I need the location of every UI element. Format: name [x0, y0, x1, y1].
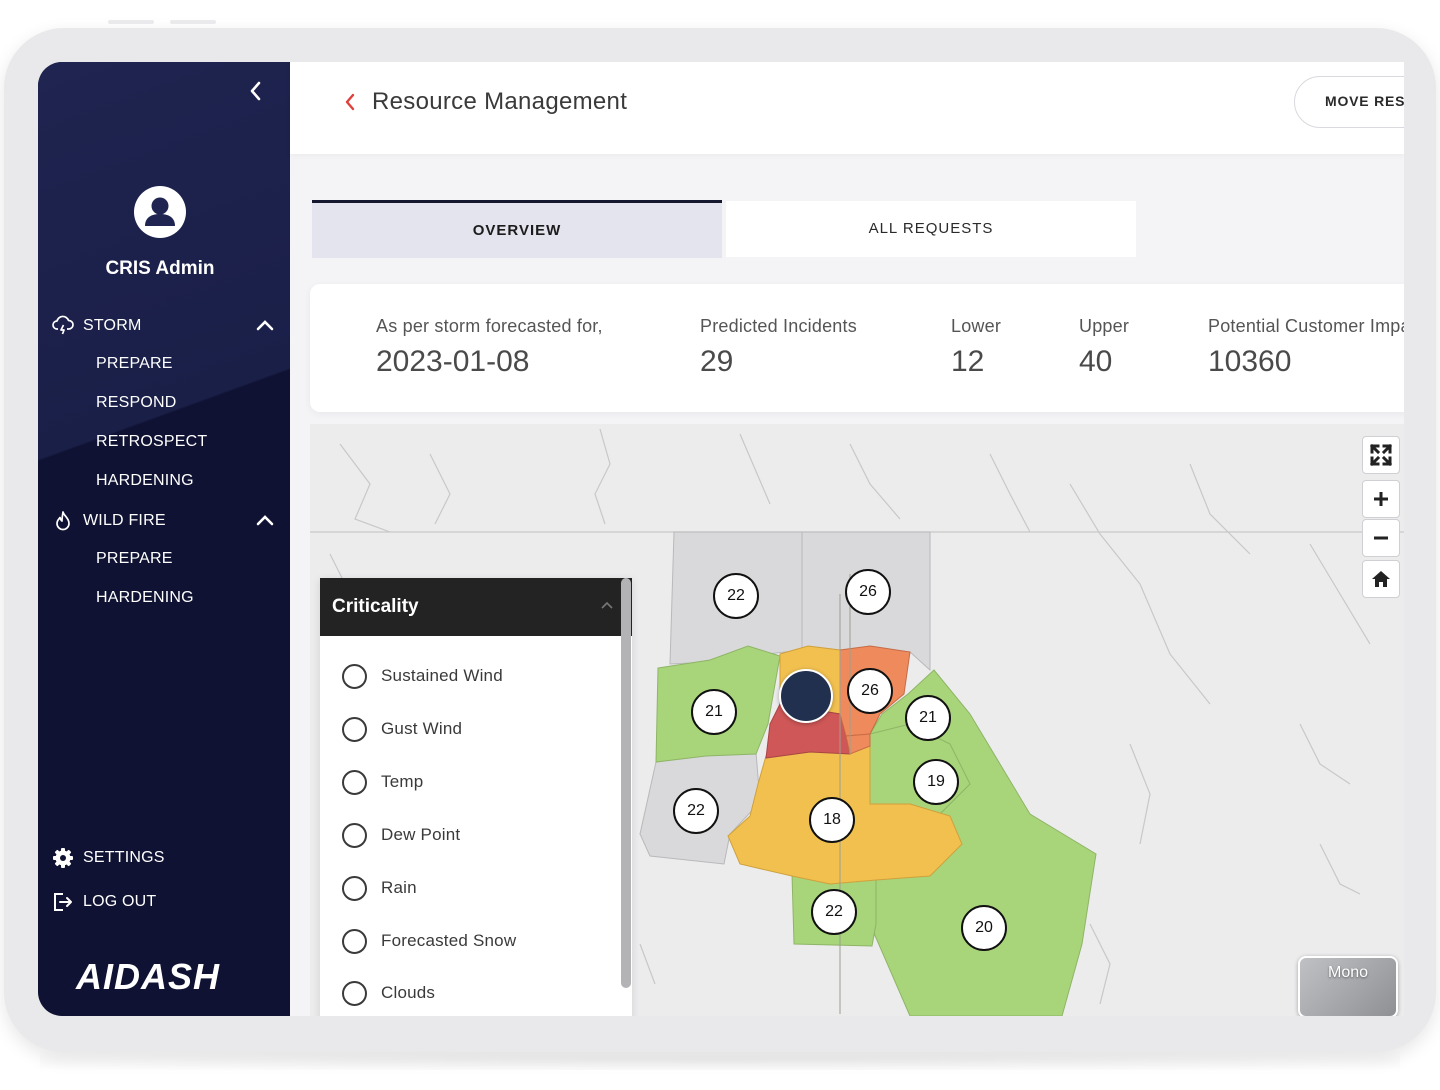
tab-overview[interactable]: OVERVIEW — [312, 200, 722, 258]
cluster-marker[interactable]: 21 — [691, 689, 737, 735]
settings-label: SETTINGS — [83, 849, 165, 866]
chevron-up-icon — [256, 320, 274, 331]
collapse-sidebar-button[interactable] — [244, 78, 268, 104]
logout-icon — [54, 893, 72, 911]
nav-item-storm-prepare[interactable]: PREPARE — [96, 355, 173, 373]
radio-button[interactable] — [342, 928, 367, 954]
nav-section-wild-fire[interactable]: WILD FIRE — [52, 507, 282, 535]
nav-section-storm[interactable]: STORM — [52, 312, 282, 340]
brand-logo: AIDASH — [76, 956, 221, 997]
basemap-toggle[interactable]: Mono — [1298, 956, 1398, 1016]
criticality-scrollbar[interactable] — [621, 578, 631, 988]
cluster-marker[interactable]: 20 — [961, 905, 1007, 951]
criticality-title: Criticality — [332, 596, 419, 617]
nav-section-label: WILD FIRE — [83, 512, 166, 529]
criticality-option[interactable]: Clouds — [342, 979, 435, 1007]
cluster-marker[interactable]: 22 — [811, 889, 857, 935]
chevron-left-icon — [250, 81, 261, 101]
radio-button[interactable] — [342, 875, 367, 901]
cluster-marker[interactable]: 26 — [845, 569, 891, 615]
fullscreen-button[interactable] — [1362, 436, 1400, 474]
stat-potential-customer-impact: Potential Customer Impact 10360 — [1208, 316, 1404, 378]
device-sensor — [170, 20, 216, 24]
criticality-option[interactable]: Temp — [342, 768, 423, 796]
nav-settings[interactable]: SETTINGS — [52, 844, 282, 872]
gear-icon — [53, 848, 73, 868]
stat-predicted-incidents: Predicted Incidents 29 — [700, 316, 857, 378]
criticality-option[interactable]: Rain — [342, 874, 417, 902]
nav-item-storm-retrospect[interactable]: RETROSPECT — [96, 433, 207, 451]
nav-logout[interactable]: LOG OUT — [52, 888, 282, 916]
home-button[interactable] — [1362, 560, 1400, 598]
nav-section-label: STORM — [83, 317, 142, 334]
admin-name: CRIS Admin — [105, 258, 215, 279]
radio-button[interactable] — [342, 716, 367, 742]
forecast-summary-card: As per storm forecasted for, 2023-01-08 … — [310, 284, 1404, 412]
stat-forecast-date: As per storm forecasted for, 2023-01-08 — [376, 316, 603, 378]
criticality-option[interactable]: Forecasted Snow — [342, 927, 516, 955]
device-shadow — [40, 1050, 1400, 1070]
tab-all-requests[interactable]: ALL REQUESTS — [726, 201, 1136, 257]
user-icon — [145, 197, 175, 226]
logout-label: LOG OUT — [83, 893, 157, 910]
zoom-in-button[interactable] — [1362, 480, 1400, 518]
cluster-marker[interactable]: 18 — [809, 797, 855, 843]
device-speaker — [108, 20, 154, 24]
cluster-marker[interactable]: 19 — [913, 759, 959, 805]
criticality-header[interactable]: Criticality — [320, 578, 632, 636]
nav-item-storm-respond[interactable]: RESPOND — [96, 394, 177, 412]
nav-item-fire-prepare[interactable]: PREPARE — [96, 550, 173, 568]
criticality-option[interactable]: Dew Point — [342, 821, 460, 849]
avatar[interactable] — [134, 186, 186, 238]
home-icon — [1372, 571, 1390, 587]
zoom-out-button[interactable] — [1362, 519, 1400, 557]
radio-button[interactable] — [342, 822, 367, 848]
app-screen: CRIS Admin STORM PREPARE RESPOND RETROSP… — [38, 62, 1404, 1016]
stat-lower: Lower 12 — [951, 316, 1002, 378]
criticality-panel: Criticality Sustained Wind Gust Wind Tem… — [320, 578, 632, 1016]
chevron-up-icon — [601, 601, 613, 609]
radio-button[interactable] — [342, 663, 367, 689]
basemap-label: Mono — [1327, 964, 1369, 981]
storm-cloud-icon — [52, 315, 74, 335]
radio-button[interactable] — [342, 769, 367, 795]
radio-button[interactable] — [342, 980, 367, 1006]
nav-item-fire-hardening[interactable]: HARDENING — [96, 589, 194, 607]
back-chevron-icon[interactable] — [342, 92, 358, 112]
page-title: Resource Management — [372, 88, 628, 115]
plus-icon — [1374, 492, 1388, 506]
cluster-marker[interactable]: 26 — [847, 668, 893, 714]
criticality-option[interactable]: Gust Wind — [342, 715, 462, 743]
stat-upper: Upper 40 — [1079, 316, 1130, 378]
minus-icon — [1374, 536, 1388, 540]
flame-icon — [56, 511, 70, 531]
expand-icon — [1369, 443, 1393, 467]
chevron-up-icon — [256, 515, 274, 526]
page-header: Resource Management MOVE RESOURCES — [290, 62, 1404, 154]
location-pin[interactable] — [779, 669, 833, 723]
map-view[interactable]: 22 26 21 26 21 19 22 18 22 20 Mono Criti… — [310, 424, 1404, 1016]
sidebar: CRIS Admin STORM PREPARE RESPOND RETROSP… — [38, 62, 290, 1016]
criticality-option[interactable]: Sustained Wind — [342, 662, 503, 690]
cluster-marker[interactable]: 22 — [713, 573, 759, 619]
move-resources-button[interactable]: MOVE RESOURCES — [1294, 76, 1404, 128]
cluster-marker[interactable]: 21 — [905, 695, 951, 741]
cluster-marker[interactable]: 22 — [673, 788, 719, 834]
nav-item-storm-hardening[interactable]: HARDENING — [96, 472, 194, 490]
